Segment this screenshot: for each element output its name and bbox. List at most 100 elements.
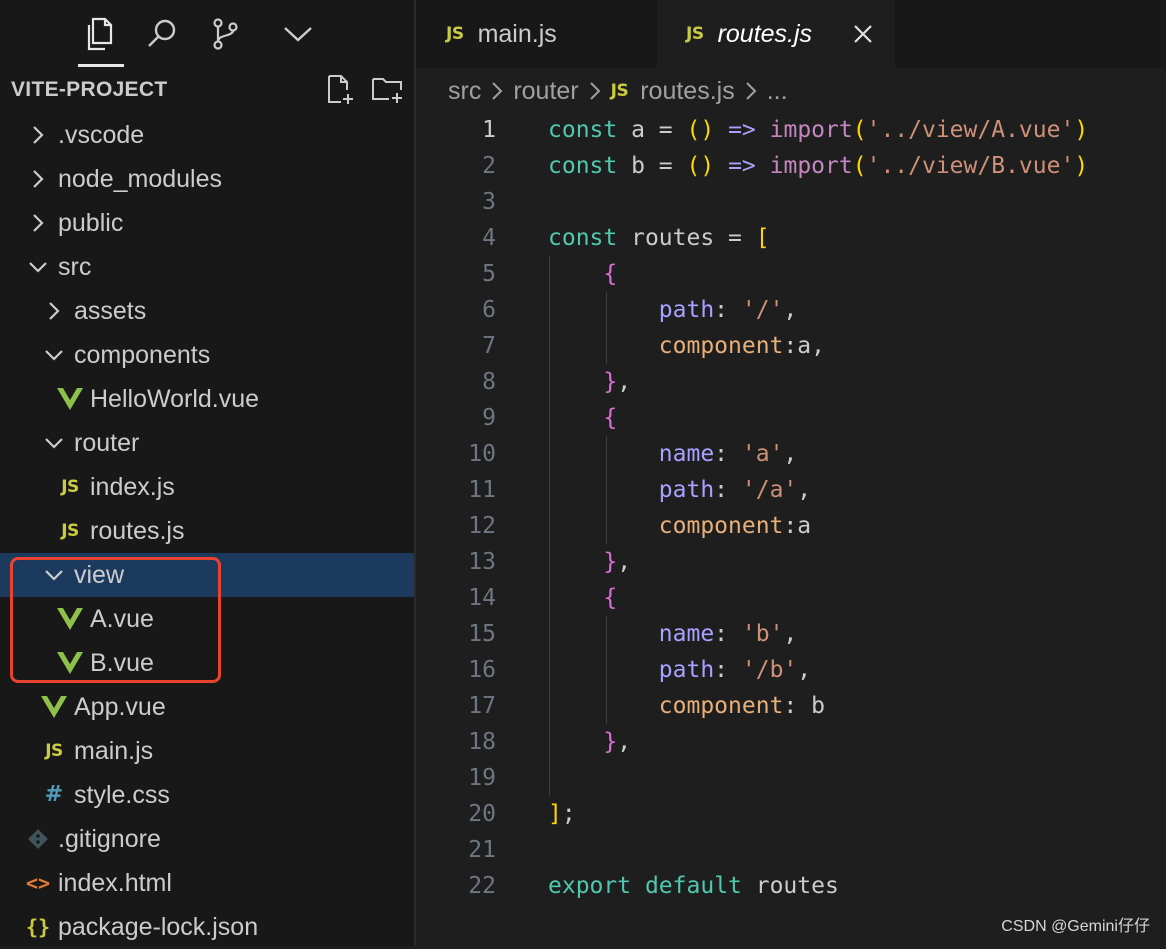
code-line[interactable]: 12 component:a (416, 508, 1166, 544)
tree-item-components[interactable]: components (0, 333, 414, 377)
code-line[interactable]: 3 (416, 184, 1166, 220)
code-text: const a = () => import('../view/A.vue') (548, 112, 1088, 148)
code-editor[interactable]: 1 const a = () => import('../view/A.vue')… (416, 110, 1166, 946)
tree-item-gitignore[interactable]: .gitignore (0, 817, 414, 861)
tab-label: main.js (477, 19, 557, 48)
breadcrumb-item-src[interactable]: src (448, 77, 481, 106)
js-file-icon: JS (610, 81, 629, 101)
line-number: 3 (482, 189, 496, 215)
tree-item-view[interactable]: view (0, 553, 414, 597)
code-line[interactable]: 14 { (416, 580, 1166, 616)
line-number: 4 (482, 225, 496, 251)
code-token: : (783, 513, 798, 539)
tree-item-style-css[interactable]: # style.css (0, 773, 414, 817)
code-line[interactable]: 19 (416, 760, 1166, 796)
code-line[interactable]: 15 name: 'b', (416, 616, 1166, 652)
tree-item-label: router (74, 429, 140, 457)
chevron-down-icon (44, 421, 64, 465)
search-icon[interactable] (142, 14, 182, 54)
breadcrumb-item-more[interactable]: ... (767, 77, 788, 106)
breadcrumb-item-router[interactable]: router (513, 77, 578, 106)
watermark: CSDN @Gemini仔仔 (1001, 918, 1150, 935)
source-control-icon[interactable] (206, 14, 246, 54)
tree-item-package-lock-json[interactable]: {} package-lock.json (0, 905, 414, 949)
code-line[interactable]: 8 }, (416, 364, 1166, 400)
code-token: routes (741, 873, 839, 899)
code-token: , (617, 549, 632, 575)
code-token: ] (548, 801, 562, 827)
code-line[interactable]: 20]; (416, 796, 1166, 832)
chevron-down-icon (44, 333, 64, 377)
code-token: , (783, 621, 798, 647)
vue-file-icon (38, 685, 70, 729)
tree-item-public[interactable]: public (0, 201, 414, 245)
tree-item-assets[interactable]: assets (0, 289, 414, 333)
code-line[interactable]: 9 { (416, 400, 1166, 436)
indent-guide (606, 292, 607, 364)
code-line[interactable]: 17 component: b (416, 688, 1166, 724)
breadcrumb: src router JS routes.js ... (448, 72, 788, 110)
code-text: const routes = [ (548, 220, 770, 256)
tree-item-index-html[interactable]: <> index.html (0, 861, 414, 905)
code-token: export (548, 873, 632, 899)
code-text: }, (548, 544, 631, 580)
sidebar: VITE-PROJECT .vscode node_modules public sr… (0, 0, 414, 946)
chevron-down-icon[interactable] (278, 14, 318, 54)
line-number: 6 (482, 297, 496, 323)
tree-item-helloworld-vue[interactable]: HelloWorld.vue (0, 377, 414, 421)
js-file-icon: JS (686, 24, 704, 44)
tab-main-js[interactable]: JS main.js (416, 0, 656, 68)
code-token: => (728, 117, 756, 143)
code-line[interactable]: 13 }, (416, 544, 1166, 580)
code-line[interactable]: 1 const a = () => import('../view/A.vue') (416, 112, 1166, 148)
line-number: 13 (468, 549, 496, 575)
code-line[interactable]: 10 name: 'a', (416, 436, 1166, 472)
vue-file-icon (54, 377, 86, 421)
line-number: 20 (468, 801, 496, 827)
code-line[interactable]: 11 path: '/a', (416, 472, 1166, 508)
new-file-icon[interactable] (322, 72, 358, 108)
code-line[interactable]: 7 component:a, (416, 328, 1166, 364)
code-line[interactable]: 4 const routes = [ (416, 220, 1166, 256)
code-token: : (783, 333, 798, 359)
tab-routes-js[interactable]: JS routes.js (657, 0, 895, 68)
tree-item-vscode[interactable]: .vscode (0, 113, 414, 157)
code-line[interactable]: 22 export default routes (416, 868, 1166, 904)
new-folder-icon[interactable] (370, 72, 406, 108)
tree-item-node-modules[interactable]: node_modules (0, 157, 414, 201)
tree-item-app-vue[interactable]: App.vue (0, 685, 414, 729)
code-token: } (603, 729, 618, 755)
tree-item-b-vue[interactable]: B.vue (0, 641, 414, 685)
code-line[interactable]: 16 path: '/b', (416, 652, 1166, 688)
code-line[interactable]: 6 path: '/', (416, 292, 1166, 328)
code-line[interactable]: 21 (416, 832, 1166, 868)
code-line[interactable]: 5 { (416, 256, 1166, 292)
vue-file-icon (54, 641, 86, 685)
tree-item-a-vue[interactable]: A.vue (0, 597, 414, 641)
explorer-icon[interactable] (78, 14, 118, 54)
code-token: component (658, 333, 784, 359)
js-file-icon: JS (45, 741, 63, 761)
code-token: '/b' (741, 657, 798, 683)
line-number: 15 (468, 621, 496, 647)
tree-item-routes-js[interactable]: JS routes.js (0, 509, 414, 553)
tree-item-router[interactable]: router (0, 421, 414, 465)
json-file-icon: {} (25, 915, 51, 939)
tree-item-src[interactable]: src (0, 245, 414, 289)
tree-item-index-js[interactable]: JS index.js (0, 465, 414, 509)
close-icon[interactable] (849, 20, 877, 48)
code-line[interactable]: 18 }, (416, 724, 1166, 760)
breadcrumb-item-file[interactable]: routes.js (640, 77, 734, 106)
tree-item-main-js[interactable]: JS main.js (0, 729, 414, 773)
code-token: = (658, 153, 673, 179)
code-line[interactable]: 2 const b = () => import('../view/B.vue') (416, 148, 1166, 184)
